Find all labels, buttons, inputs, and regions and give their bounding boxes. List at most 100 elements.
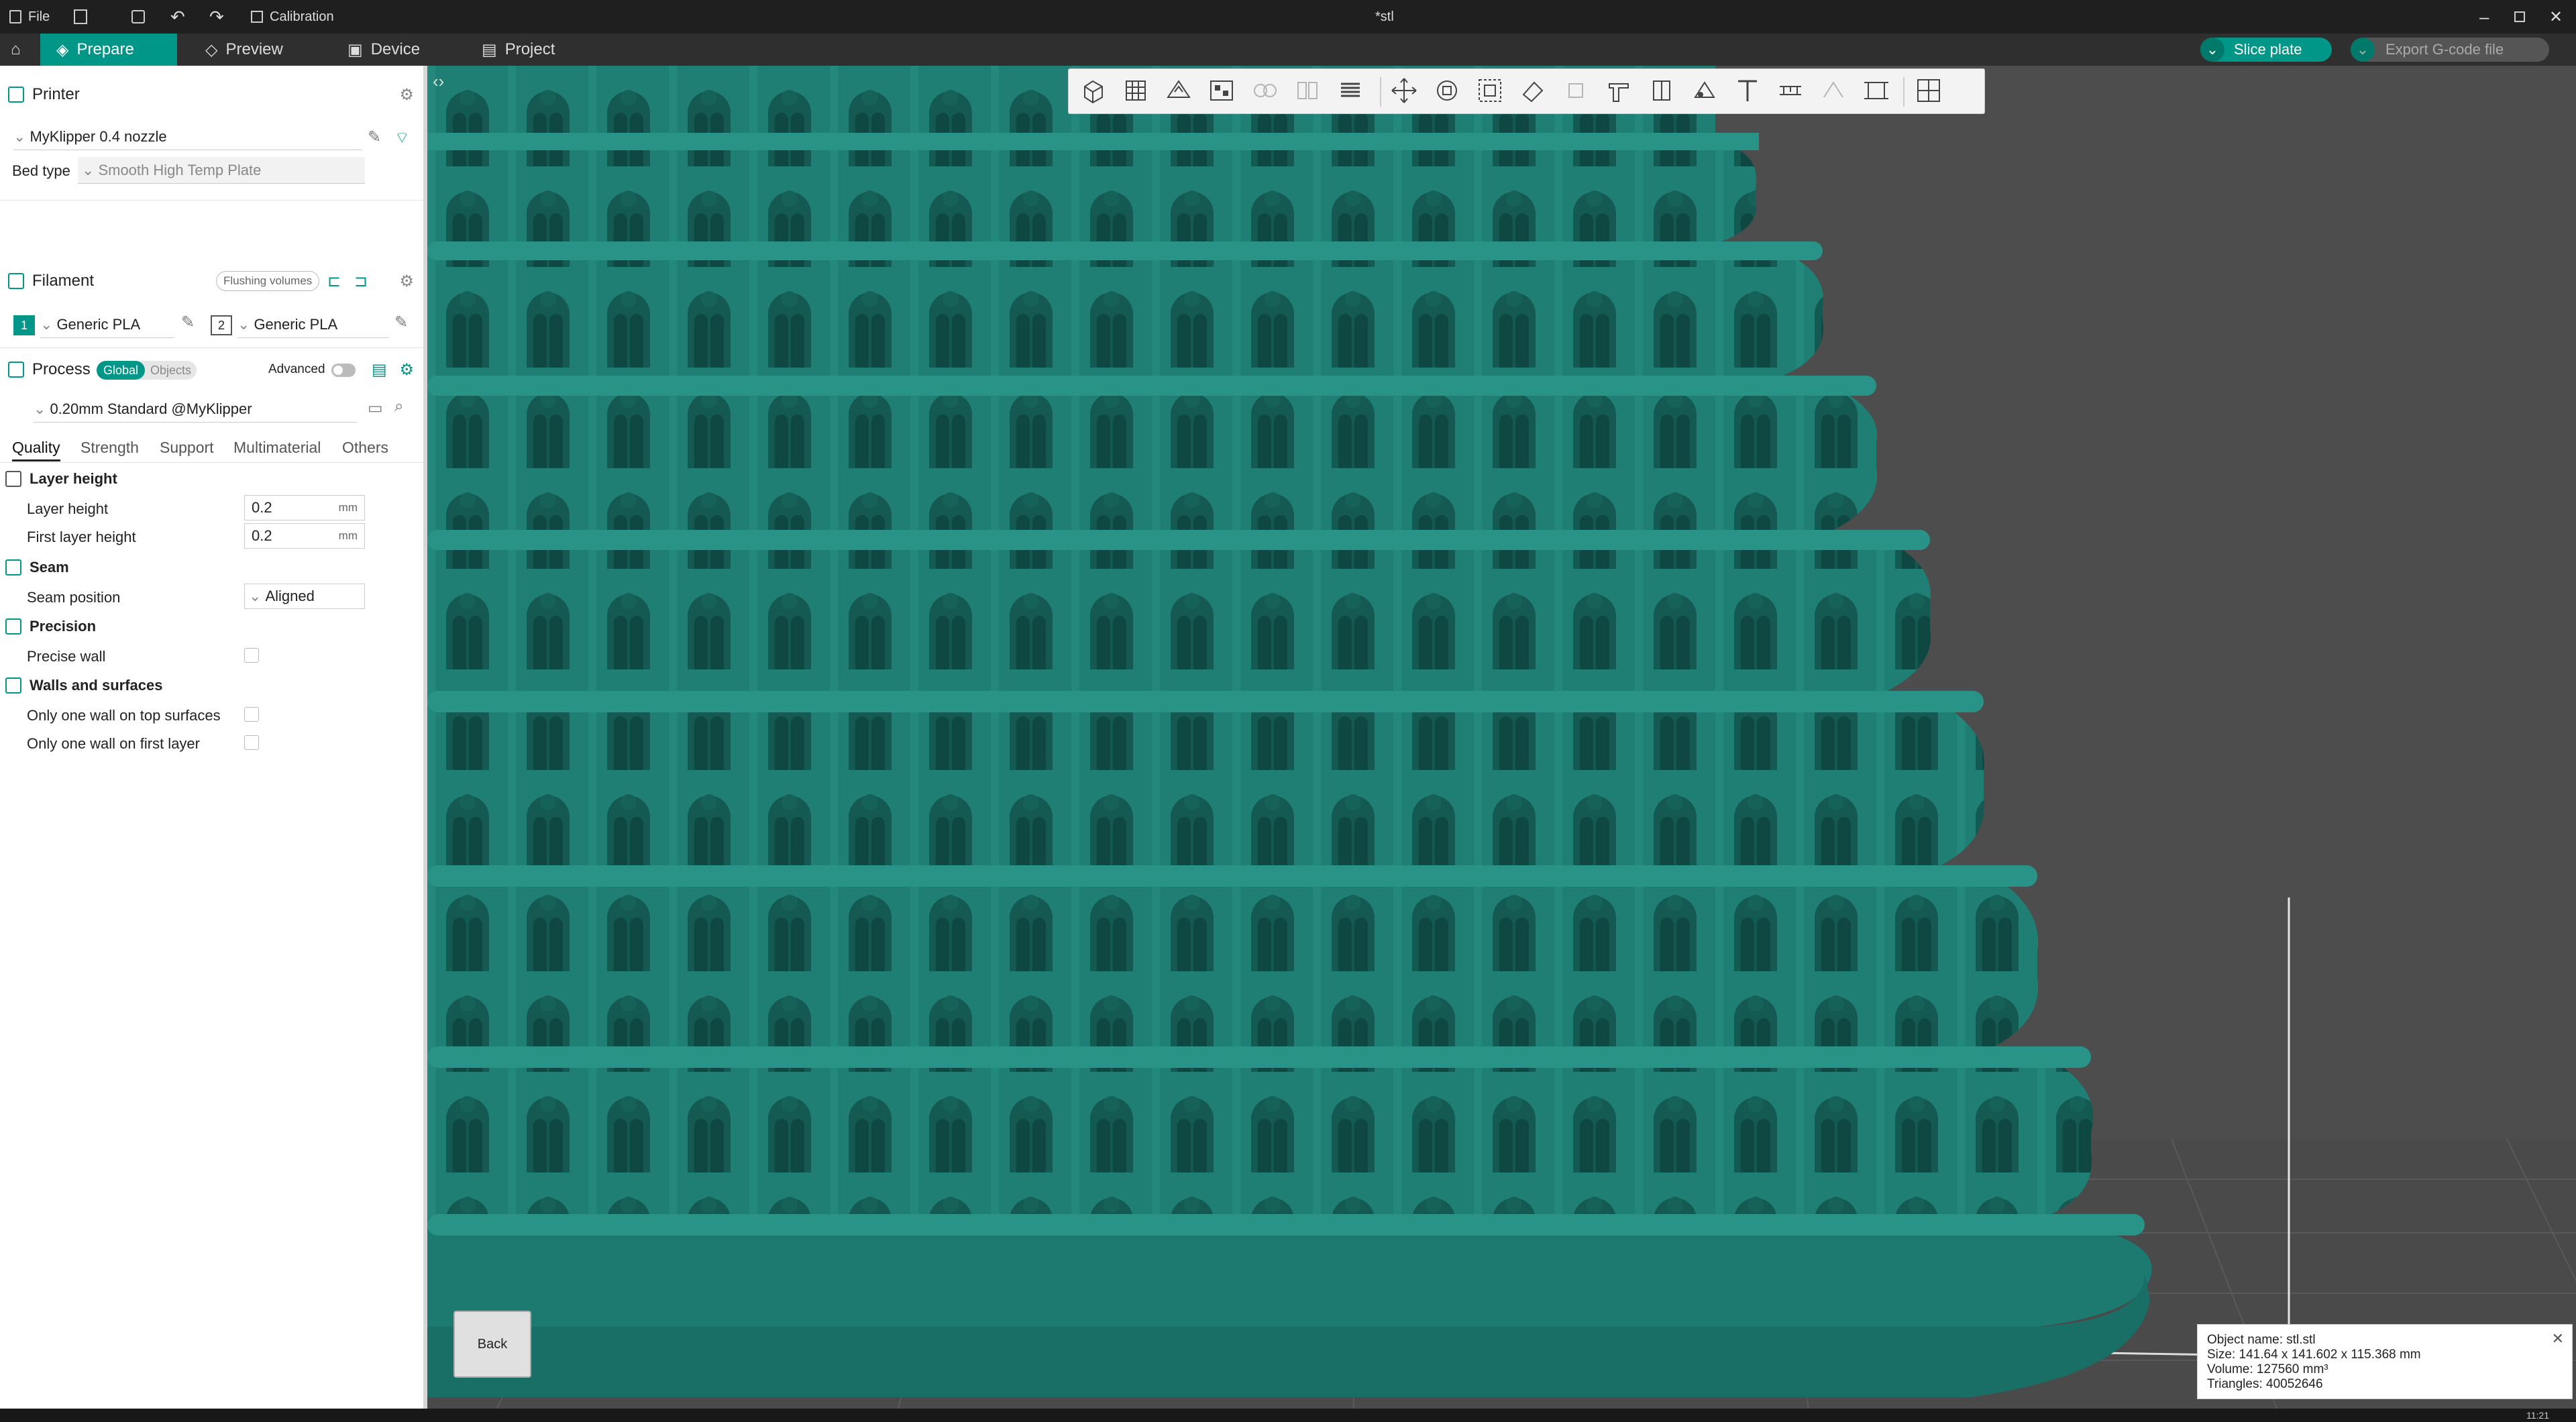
seam-position-select[interactable]: ⌄ Aligned <box>244 584 365 609</box>
chevron-down-icon[interactable]: ⌄ <box>2200 38 2224 62</box>
tab-device[interactable]: ▣ Device <box>331 34 436 66</box>
one-wall-top-checkbox[interactable] <box>244 707 259 722</box>
layer-height-input[interactable]: 0.2 mm <box>244 495 365 521</box>
minimize-icon[interactable]: – <box>2479 0 2489 34</box>
restore-icon[interactable] <box>2514 0 2525 34</box>
preview-icon: ◇ <box>205 40 218 59</box>
first-layer-height-label: First layer height <box>27 529 136 545</box>
measure-icon[interactable] <box>1773 73 1808 108</box>
collapse-sidebar-icon[interactable]: ‹› <box>433 71 444 92</box>
edit-filament-2-icon[interactable]: ✎ <box>394 313 408 332</box>
auto-orient-icon[interactable] <box>1161 73 1196 108</box>
edit-filament-1-icon[interactable]: ✎ <box>181 313 195 332</box>
slice-plate-button[interactable]: ⌄ Slice plate <box>2200 38 2332 62</box>
one-wall-first-checkbox[interactable] <box>244 735 259 750</box>
wifi-icon[interactable]: ⌔ <box>394 127 410 148</box>
tab-preview[interactable]: ◇ Preview <box>189 34 299 66</box>
close-info-icon[interactable]: ✕ <box>2552 1331 2564 1346</box>
precise-wall-checkbox[interactable] <box>244 648 259 663</box>
arrange-icon[interactable] <box>1204 73 1239 108</box>
object-name: Object name: stl.stl <box>2207 1333 2316 1347</box>
rotate-icon[interactable] <box>1430 73 1464 108</box>
tab-support[interactable]: Support <box>160 439 214 457</box>
layer-height-label: Layer height <box>27 500 109 517</box>
export-gcode-button[interactable]: ⌄ Export G-code file <box>2351 38 2549 62</box>
save-icon[interactable] <box>131 0 145 34</box>
chevron-down-icon[interactable]: ⌄ <box>2351 38 2375 62</box>
file-menu[interactable]: File <box>9 0 50 34</box>
scope-toggle[interactable]: Global Objects <box>97 361 197 380</box>
search-icon[interactable]: ⌕ <box>394 397 403 416</box>
bed-type-label: Bed type <box>12 162 70 179</box>
export-gcode-label: Export G-code file <box>2385 41 2504 58</box>
process-preset-select[interactable]: ⌄ 0.20mm Standard @MyKlipper <box>34 396 357 423</box>
process-section-header[interactable]: Process Global Objects Advanced ▤ ⚙ <box>0 353 423 386</box>
printer-name: MyKlipper 0.4 nozzle <box>30 127 167 145</box>
seam-paint-icon[interactable] <box>1644 73 1679 108</box>
printer-section-header[interactable]: Printer ⚙ <box>0 78 423 111</box>
process-settings-icon[interactable]: ⚙ <box>399 360 414 380</box>
printer-select[interactable]: ⌄ MyKlipper 0.4 nozzle <box>13 123 362 150</box>
redo-icon[interactable]: ↷ <box>209 0 224 34</box>
split-objects-icon[interactable] <box>1247 73 1282 108</box>
tab-project-label: Project <box>504 40 555 58</box>
filament-settings-icon[interactable]: ⚙ <box>399 272 414 291</box>
filament-slot-2-select[interactable]: ⌄ Generic PLA <box>237 311 389 338</box>
close-window-icon[interactable]: ✕ <box>2549 0 2563 34</box>
save-preset-icon[interactable]: ▭ <box>368 398 383 418</box>
add-object-icon[interactable] <box>1075 73 1110 108</box>
calibration-label: Calibration <box>270 9 334 24</box>
fuzzy-skin-icon[interactable] <box>1687 73 1722 108</box>
tab-others[interactable]: Others <box>342 439 388 457</box>
filament-slot-1-select[interactable]: ⌄ Generic PLA <box>40 311 174 338</box>
lay-on-face-icon[interactable] <box>1515 73 1550 108</box>
tab-prepare-label: Prepare <box>76 40 134 58</box>
compare-icon[interactable]: ▤ <box>372 360 387 380</box>
home-icon[interactable]: ⌂ <box>0 34 40 66</box>
calibration-menu[interactable]: Calibration <box>251 0 334 34</box>
bounding-box-icon[interactable] <box>1859 73 1894 108</box>
filament-slot-2-badge[interactable]: 2 <box>211 315 232 335</box>
flushing-volumes-button[interactable]: Flushing volumes <box>216 271 320 291</box>
filament-slot-2-name: Generic PLA <box>254 315 338 333</box>
bed-type-select[interactable]: ⌄ Smooth High Temp Plate <box>78 157 365 184</box>
tab-project[interactable]: ▤ Project <box>466 34 571 66</box>
3d-viewport[interactable]: ‹› Back <box>427 66 2576 1414</box>
move-icon[interactable] <box>1387 73 1421 108</box>
undo-icon[interactable]: ↶ <box>170 0 185 34</box>
prepare-icon: ◈ <box>56 40 69 59</box>
advanced-toggle[interactable] <box>331 364 356 377</box>
add-plate-icon[interactable] <box>1118 73 1153 108</box>
printer-settings-icon[interactable]: ⚙ <box>399 85 414 105</box>
assembly-icon[interactable] <box>1816 73 1851 108</box>
support-paint-icon[interactable] <box>1601 73 1636 108</box>
filament-slot-1-badge[interactable]: 1 <box>13 315 35 335</box>
add-filament-icon[interactable]: ⊏ <box>327 272 341 291</box>
precise-wall-label: Precise wall <box>27 648 106 665</box>
layers-icon[interactable] <box>1333 73 1368 108</box>
first-layer-height-input[interactable]: 0.2 mm <box>244 523 365 549</box>
split-parts-icon[interactable] <box>1290 73 1325 108</box>
filament-section-header[interactable]: Filament Flushing volumes ⊏ ⊐ ⚙ <box>0 264 423 298</box>
group-walls-surfaces: Walls and surfaces <box>0 671 423 700</box>
recent-icon[interactable] <box>74 0 87 34</box>
scale-icon[interactable] <box>1472 73 1507 108</box>
tab-multimaterial[interactable]: Multimaterial <box>233 439 321 457</box>
process-tabs: Quality Strength Support Multimaterial O… <box>0 433 423 463</box>
printer-icon <box>8 87 24 103</box>
text-tool-icon[interactable] <box>1730 73 1765 108</box>
scope-objects[interactable]: Objects <box>145 361 197 380</box>
scope-global[interactable]: Global <box>97 361 146 380</box>
split-view-icon[interactable] <box>1911 73 1946 108</box>
process-icon <box>8 362 24 378</box>
bed-type-value: Smooth High Temp Plate <box>98 161 262 178</box>
tab-prepare[interactable]: ◈ Prepare <box>40 34 177 66</box>
cut-icon[interactable] <box>1558 73 1593 108</box>
tab-quality[interactable]: Quality <box>12 439 60 461</box>
tab-strength[interactable]: Strength <box>80 439 139 457</box>
layer-height-value: 0.2 <box>252 499 272 516</box>
edit-printer-icon[interactable]: ✎ <box>368 127 381 147</box>
device-icon: ▣ <box>347 40 363 59</box>
remove-filament-icon[interactable]: ⊐ <box>354 272 368 291</box>
view-cube[interactable]: Back <box>453 1311 531 1378</box>
